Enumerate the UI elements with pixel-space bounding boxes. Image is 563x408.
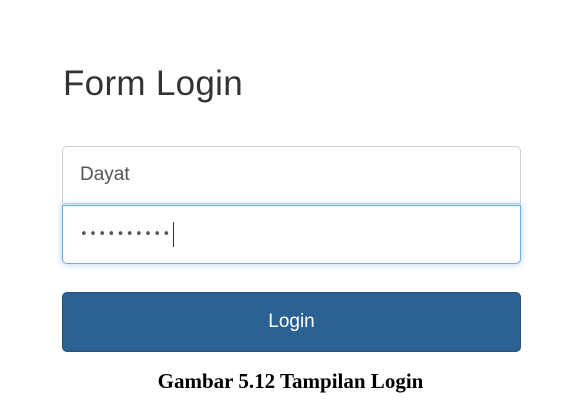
figure-caption: Gambar 5.12 Tampilan Login — [157, 369, 424, 393]
username-field[interactable]: Dayat — [62, 146, 521, 204]
form-title: Form Login — [63, 64, 244, 103]
login-button-label: Login — [268, 311, 315, 332]
login-button[interactable]: Login — [62, 292, 521, 352]
text-caret — [172, 222, 174, 247]
username-value: Dayat — [80, 164, 130, 185]
password-mask: •••••••••• — [80, 227, 172, 242]
password-field[interactable]: •••••••••• — [62, 205, 521, 264]
